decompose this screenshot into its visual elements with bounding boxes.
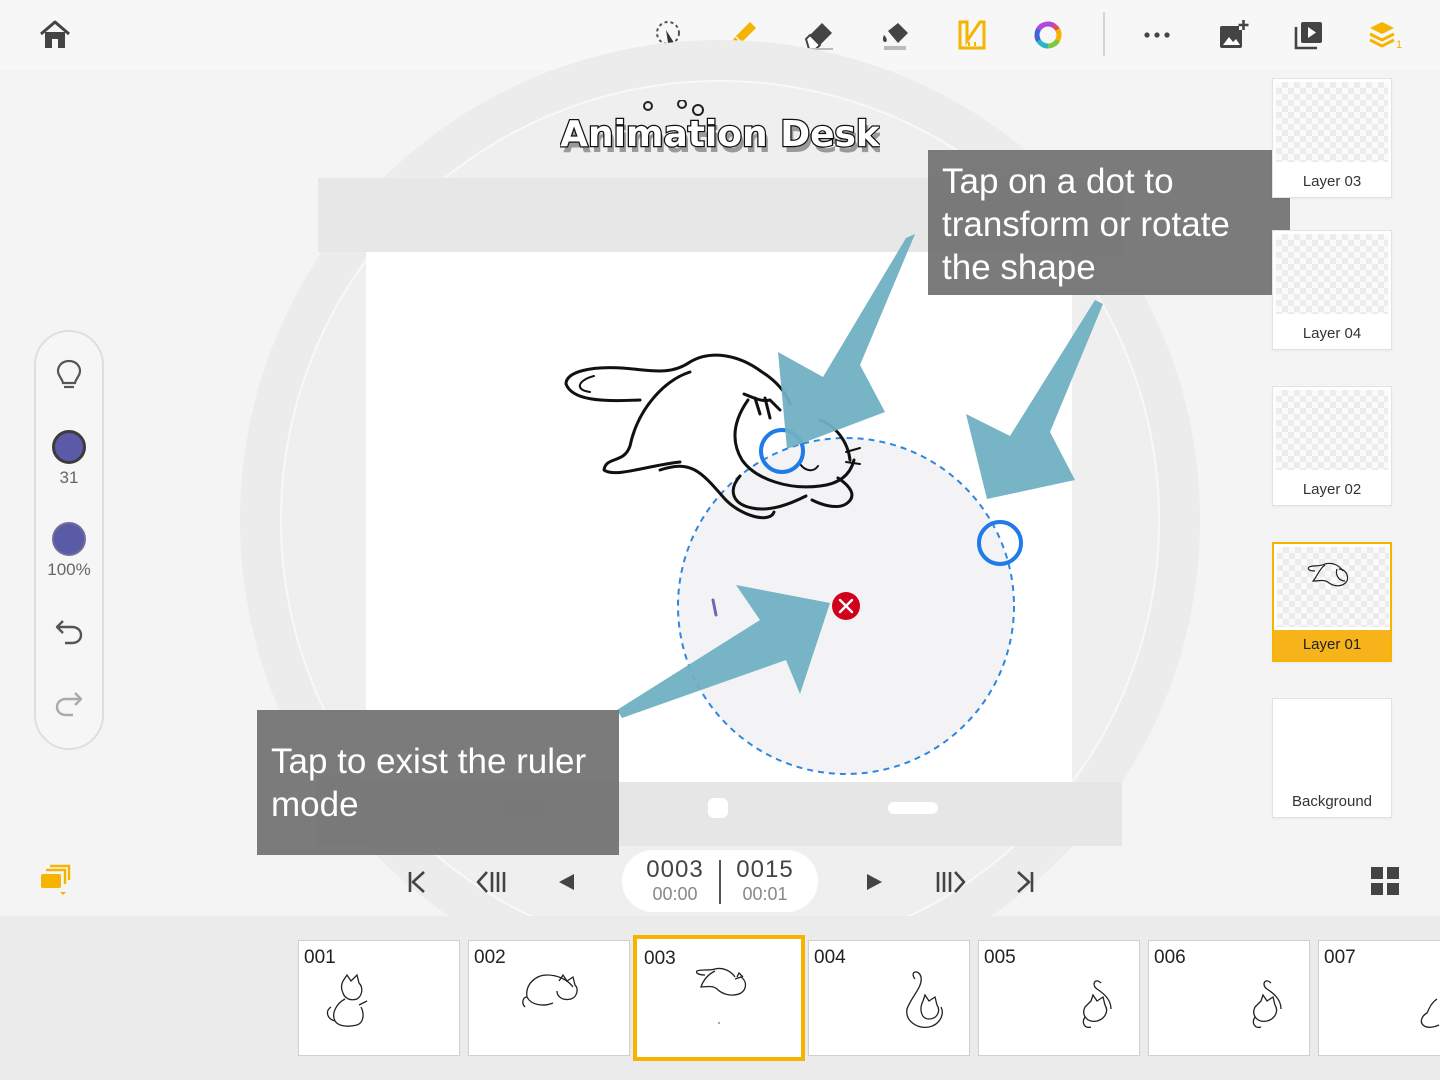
frame-thumbnail bbox=[1252, 980, 1282, 1029]
hint-button[interactable] bbox=[36, 358, 102, 392]
timeline-frame[interactable]: 001 bbox=[298, 940, 460, 1056]
ruler-icon bbox=[958, 20, 986, 50]
layer-thumbnail bbox=[1276, 82, 1388, 162]
color-wheel-button[interactable] bbox=[1025, 12, 1071, 58]
next-keyframe-button[interactable] bbox=[933, 864, 969, 900]
app-logo: Animation Desk Animation Desk bbox=[560, 100, 880, 161]
drawing-paper[interactable] bbox=[366, 252, 1072, 782]
step-forward-icon bbox=[936, 871, 966, 893]
grid-icon bbox=[1371, 867, 1399, 895]
skip-to-end-icon bbox=[1017, 871, 1034, 893]
tool-palette: 31 100% bbox=[34, 330, 104, 750]
stacked-frames-icon bbox=[41, 864, 71, 895]
frame-number: 007 bbox=[1324, 947, 1356, 968]
frame-thumbnail bbox=[326, 973, 368, 1027]
total-frame-number: 0015 bbox=[736, 856, 794, 883]
more-icon bbox=[1144, 32, 1170, 38]
last-frame-button[interactable] bbox=[1008, 864, 1044, 900]
add-image-button[interactable] bbox=[1210, 12, 1256, 58]
home-button[interactable] bbox=[32, 12, 78, 58]
timeline-frame[interactable]: 007 bbox=[1318, 940, 1440, 1056]
first-frame-button[interactable] bbox=[398, 864, 434, 900]
next-frame-button[interactable] bbox=[857, 864, 893, 900]
frame-thumbnail bbox=[695, 967, 747, 1024]
brush-size-value: 31 bbox=[59, 468, 79, 487]
layer-card[interactable]: Layer 02 bbox=[1272, 386, 1392, 506]
frame-number: 004 bbox=[814, 947, 846, 968]
triangle-right-icon bbox=[867, 874, 882, 890]
undo-icon bbox=[55, 620, 83, 645]
callout-transform: Tap on a dot to transform or rotate the … bbox=[928, 150, 1290, 295]
handle-center[interactable] bbox=[708, 798, 728, 818]
home-icon bbox=[40, 20, 70, 48]
frame-number: 006 bbox=[1154, 947, 1186, 968]
frame-counter: 0003 00:00 0015 00:01 bbox=[622, 850, 818, 912]
step-back-icon bbox=[476, 871, 506, 893]
opacity-value: 100% bbox=[47, 560, 91, 579]
total-time: 00:01 bbox=[742, 884, 788, 904]
current-time: 00:00 bbox=[652, 884, 698, 904]
play-preview-button[interactable] bbox=[1286, 12, 1332, 58]
lightbulb-icon bbox=[56, 359, 82, 389]
timeline-frame[interactable]: 005 bbox=[978, 940, 1140, 1056]
triangle-left-icon bbox=[559, 874, 574, 890]
frame-thumbnail bbox=[1082, 980, 1112, 1029]
layers-icon: 1 bbox=[1369, 22, 1402, 51]
layer-thumbnail bbox=[1277, 547, 1389, 627]
layer-cat-thumbnail bbox=[1307, 562, 1349, 587]
layer-name: Layer 03 bbox=[1302, 173, 1362, 190]
previous-frame-button[interactable] bbox=[548, 864, 584, 900]
layer-card[interactable]: Layer 03 bbox=[1272, 78, 1392, 198]
frame-thumbnail bbox=[906, 971, 943, 1028]
opacity-swatch bbox=[52, 522, 86, 556]
opacity-control[interactable]: 100% bbox=[36, 522, 102, 580]
layers-badge: 1 bbox=[1396, 39, 1402, 51]
more-button[interactable] bbox=[1134, 12, 1180, 58]
previous-keyframe-button[interactable] bbox=[473, 864, 509, 900]
frame-number: 005 bbox=[984, 947, 1016, 968]
frame-thumbnail bbox=[1420, 998, 1440, 1028]
redo-button[interactable] bbox=[36, 688, 102, 718]
timeline-frame[interactable]: 004 bbox=[808, 940, 970, 1056]
handle-right[interactable] bbox=[888, 802, 938, 814]
paint-bucket-icon bbox=[882, 23, 908, 50]
add-image-icon bbox=[1220, 20, 1249, 48]
undo-button[interactable] bbox=[36, 616, 102, 646]
callout-exit-ruler: Tap to exist the ruler mode bbox=[257, 710, 619, 855]
layers-button[interactable]: 1 bbox=[1362, 12, 1408, 58]
frame-options-button[interactable] bbox=[38, 864, 72, 898]
brush-size-control[interactable]: 31 bbox=[36, 430, 102, 488]
fill-button[interactable] bbox=[873, 12, 919, 58]
layer-name: Layer 04 bbox=[1302, 325, 1362, 342]
grid-view-button[interactable] bbox=[1370, 866, 1400, 896]
layer-card-background[interactable]: Background bbox=[1272, 698, 1392, 818]
layer-thumbnail bbox=[1276, 234, 1388, 314]
play-preview-icon bbox=[1294, 22, 1322, 50]
color-wheel-icon bbox=[1034, 21, 1062, 49]
current-frame-number: 0003 bbox=[646, 856, 704, 883]
layer-name: Layer 01 bbox=[1274, 630, 1390, 660]
layer-thumbnail bbox=[1276, 702, 1388, 782]
frame-thumbnail bbox=[522, 973, 578, 1008]
skip-to-start-icon bbox=[408, 871, 425, 893]
frame-number: 002 bbox=[474, 947, 506, 968]
toolbar-separator bbox=[1103, 12, 1105, 56]
eraser-icon bbox=[804, 23, 833, 50]
timeline-frame[interactable]: 002 bbox=[468, 940, 630, 1056]
ruler-button[interactable] bbox=[949, 12, 995, 58]
redo-icon bbox=[55, 692, 83, 717]
layer-name: Background bbox=[1291, 793, 1373, 810]
brush-size-swatch bbox=[52, 430, 86, 464]
layer-card-active[interactable]: Layer 01 bbox=[1272, 542, 1392, 662]
timeline-frame[interactable]: 006 bbox=[1148, 940, 1310, 1056]
layer-name: Layer 02 bbox=[1302, 481, 1362, 498]
frame-number: 003 bbox=[644, 948, 676, 969]
logo-text: Animation Desk bbox=[560, 114, 880, 155]
layer-thumbnail bbox=[1276, 390, 1388, 470]
frame-number: 001 bbox=[304, 947, 336, 968]
timeline-frame-current[interactable]: 003 bbox=[633, 935, 805, 1061]
layer-card[interactable]: Layer 04 bbox=[1272, 230, 1392, 350]
